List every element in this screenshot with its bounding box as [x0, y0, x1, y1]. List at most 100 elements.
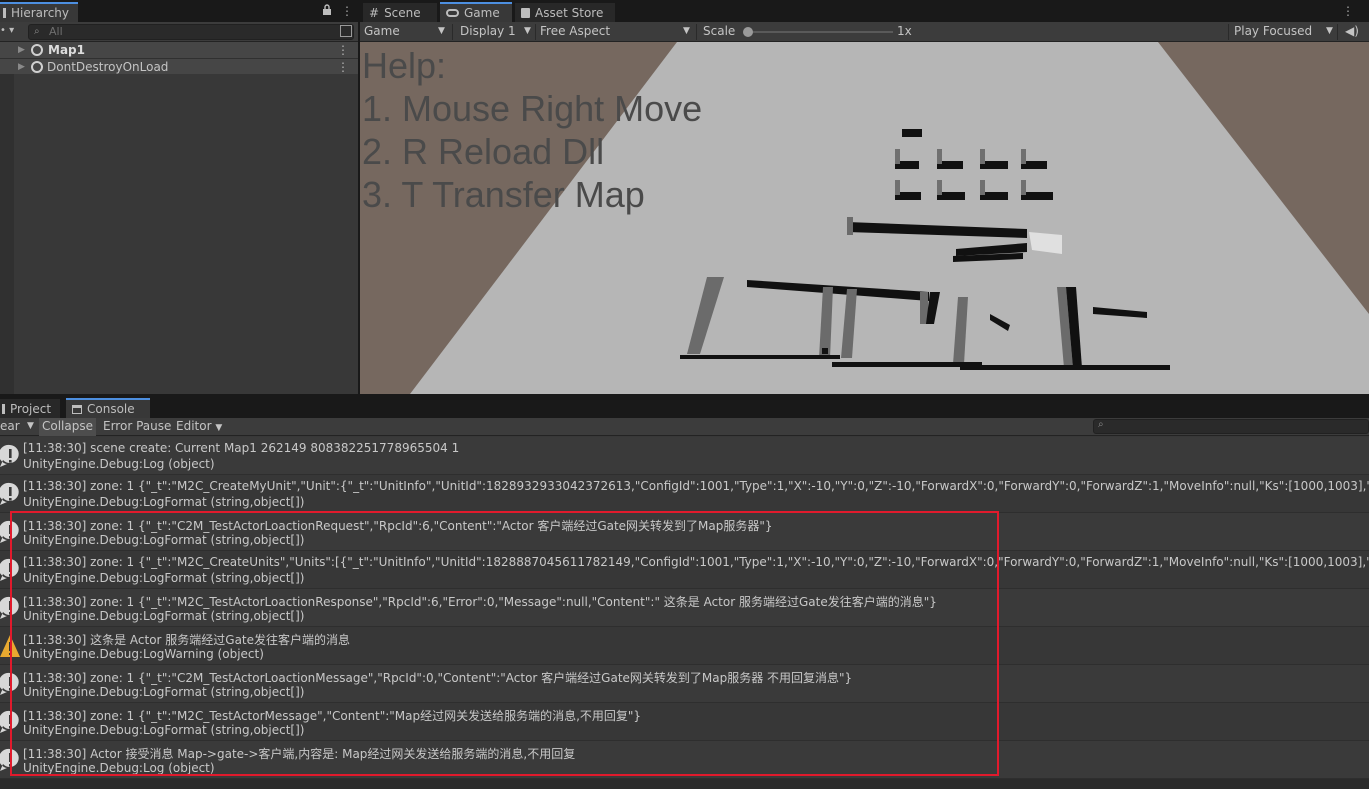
hierarchy-item-label: Map1 — [48, 43, 85, 57]
tab-asset-store[interactable]: Asset Store — [515, 2, 615, 22]
expand-arrow-icon[interactable]: ▶ — [18, 62, 25, 72]
info-icon — [0, 519, 20, 545]
scale-slider-handle[interactable] — [743, 27, 753, 37]
info-icon — [0, 481, 20, 507]
log-message: [11:38:30] scene create: Current Map1 26… — [23, 441, 460, 455]
scale-slider-track[interactable] — [749, 31, 893, 33]
console-tabbar: Project Console — [0, 396, 1369, 418]
hierarchy-item-map1[interactable]: ▶ Map1 ⋮ — [0, 42, 358, 58]
info-icon — [0, 671, 20, 697]
lock-icon[interactable] — [322, 4, 332, 18]
toolbar-divider — [696, 24, 697, 40]
log-stacktrace: UnityEngine.Debug:LogWarning (object) — [23, 647, 264, 661]
search-icon: ⌕ — [1098, 419, 1104, 430]
tab-game[interactable]: Game — [440, 2, 512, 22]
info-icon — [0, 595, 20, 621]
log-stacktrace: UnityEngine.Debug:LogFormat (string,obje… — [23, 571, 305, 585]
unity-scene-icon — [31, 60, 43, 73]
console-log-entry[interactable]: [11:38:30] zone: 1 {"_t":"C2M_TestActorL… — [0, 665, 1369, 703]
expand-arrow-icon[interactable]: ▶ — [18, 45, 25, 55]
hierarchy-item-label: DontDestroyOnLoad — [47, 59, 169, 74]
hierarchy-search-input[interactable]: ⌕ All — [28, 24, 354, 40]
tab-game-label: Game — [464, 6, 500, 20]
log-message: [11:38:30] 这条是 Actor 服务端经过Gate发往客户端的消息 — [23, 633, 351, 647]
chevron-down-icon[interactable]: ▼ — [24, 418, 37, 436]
clear-button[interactable]: ear — [0, 418, 23, 436]
console-log-entry[interactable]: [11:38:30] zone: 1 {"_t":"M2C_CreateMyUn… — [0, 475, 1369, 513]
kebab-menu-icon[interactable]: ⋮ — [1342, 4, 1354, 18]
kebab-menu-icon[interactable]: ⋮ — [337, 60, 349, 74]
hierarchy-item-dontdestroyonload[interactable]: ▶ DontDestroyOnLoad ⋮ — [0, 58, 358, 74]
game-toolbar: Game ▼ Display 1 ▼ Free Aspect ▼ Scale 1… — [360, 22, 1369, 42]
log-message: [11:38:30] zone: 1 {"_t":"M2C_CreateMyUn… — [23, 479, 1369, 493]
console-log-entry[interactable]: [11:38:30] zone: 1 {"_t":"C2M_TestActorL… — [0, 513, 1369, 551]
game-panel: # Scene Game Asset Store ⋮ Game ▼ Displa… — [360, 0, 1369, 394]
chevron-down-icon[interactable]: ▼ — [524, 22, 531, 42]
unity-scene-icon — [31, 44, 43, 56]
tab-scene-label: Scene — [384, 5, 421, 20]
console-log-entry[interactable]: [11:38:30] zone: 1 {"_t":"M2C_TestActorL… — [0, 589, 1369, 627]
create-dropdown-icon[interactable]: • ▾ — [0, 25, 14, 36]
console-status-bar — [0, 779, 1369, 789]
search-icon: ⌕ — [34, 26, 40, 37]
info-icon — [0, 747, 20, 773]
console-log-entry[interactable]: [11:38:30] zone: 1 {"_t":"M2C_TestActorM… — [0, 703, 1369, 741]
console-log-entry[interactable]: [11:38:30] zone: 1 {"_t":"M2C_CreateUnit… — [0, 551, 1369, 589]
hierarchy-search-placeholder: All — [49, 25, 63, 38]
hierarchy-panel: Hierarchy ⋮ • ▾ ⌕ All ▶ Map1 ⋮ ▶ DontDes… — [0, 0, 358, 394]
view-mode-dropdown[interactable]: Game — [364, 22, 400, 42]
console-log-list[interactable]: [11:38:30] scene create: Current Map1 26… — [0, 437, 1369, 779]
tab-project[interactable]: Project — [0, 398, 60, 418]
console-search-input[interactable]: ⌕ — [1093, 419, 1369, 434]
hierarchy-tabbar: Hierarchy ⋮ — [0, 0, 358, 22]
speaker-icon[interactable]: ◀) — [1345, 22, 1359, 42]
grid-icon: # — [369, 5, 380, 20]
console-log-entry[interactable]: [11:38:30] Actor 接受消息 Map->gate->客户端,内容是… — [0, 741, 1369, 779]
play-mode-dropdown[interactable]: Play Focused — [1234, 22, 1312, 42]
log-stacktrace: UnityEngine.Debug:Log (object) — [23, 761, 215, 775]
editor-dropdown[interactable]: Editor ▼ — [173, 418, 225, 436]
scale-slider[interactable]: Scale 1x — [703, 22, 923, 42]
scale-value: 1x — [897, 24, 912, 38]
aspect-dropdown[interactable]: Free Aspect — [540, 22, 610, 42]
help-line: 2. R Reload Dll — [362, 131, 605, 172]
collapse-toggle[interactable]: Collapse — [39, 418, 96, 436]
kebab-menu-icon[interactable]: ⋮ — [337, 43, 349, 57]
log-message: [11:38:30] zone: 1 {"_t":"M2C_TestActorM… — [23, 709, 642, 723]
chevron-down-icon[interactable]: ▼ — [1326, 22, 1333, 42]
hierarchy-gutter — [0, 42, 14, 394]
kebab-menu-icon[interactable]: ⋮ — [341, 4, 353, 18]
toolbar-divider — [1228, 24, 1229, 40]
tab-console-label: Console — [87, 402, 135, 416]
help-overlay: Help: 1. Mouse Right Move 2. R Reload Dl… — [362, 44, 702, 216]
display-dropdown[interactable]: Display 1 — [460, 22, 516, 42]
console-log-entry[interactable]: [11:38:30] scene create: Current Map1 26… — [0, 437, 1369, 475]
display-label: Display 1 — [460, 24, 516, 38]
log-message: [11:38:30] zone: 1 {"_t":"M2C_TestActorL… — [23, 595, 937, 609]
console-panel: Project Console ear ▼ Collapse Error Pau… — [0, 396, 1369, 789]
tab-console[interactable]: Console — [66, 398, 150, 418]
tab-scene[interactable]: # Scene — [363, 2, 437, 22]
tab-hierarchy[interactable]: Hierarchy — [0, 2, 78, 22]
error-pause-toggle[interactable]: Error Pause — [100, 418, 174, 436]
hierarchy-toolbar: • ▾ ⌕ All — [0, 22, 358, 42]
chevron-down-icon: ▼ — [215, 423, 223, 433]
game-tabbar: # Scene Game Asset Store ⋮ — [360, 0, 1369, 22]
scale-label: Scale — [703, 24, 736, 38]
log-stacktrace: UnityEngine.Debug:Log (object) — [23, 457, 215, 471]
clear-button-label: ear — [0, 419, 20, 433]
filter-scene-icon[interactable] — [340, 25, 352, 37]
info-icon — [0, 557, 20, 583]
chevron-down-icon[interactable]: ▼ — [438, 22, 445, 42]
collapse-label: Collapse — [42, 419, 93, 433]
log-stacktrace: UnityEngine.Debug:LogFormat (string,obje… — [23, 533, 305, 547]
game-viewport[interactable]: Help: 1. Mouse Right Move 2. R Reload Dl… — [360, 42, 1369, 394]
console-log-entry[interactable]: [11:38:30] 这条是 Actor 服务端经过Gate发往客户端的消息 Un… — [0, 627, 1369, 665]
log-message: [11:38:30] zone: 1 {"_t":"C2M_TestActorL… — [23, 519, 773, 533]
chevron-down-icon[interactable]: ▼ — [683, 22, 690, 42]
toolbar-divider — [452, 24, 453, 40]
info-icon — [0, 443, 20, 469]
help-line: 3. T Transfer Map — [362, 174, 645, 215]
console-icon — [72, 404, 82, 414]
editor-label: Editor — [176, 419, 212, 433]
